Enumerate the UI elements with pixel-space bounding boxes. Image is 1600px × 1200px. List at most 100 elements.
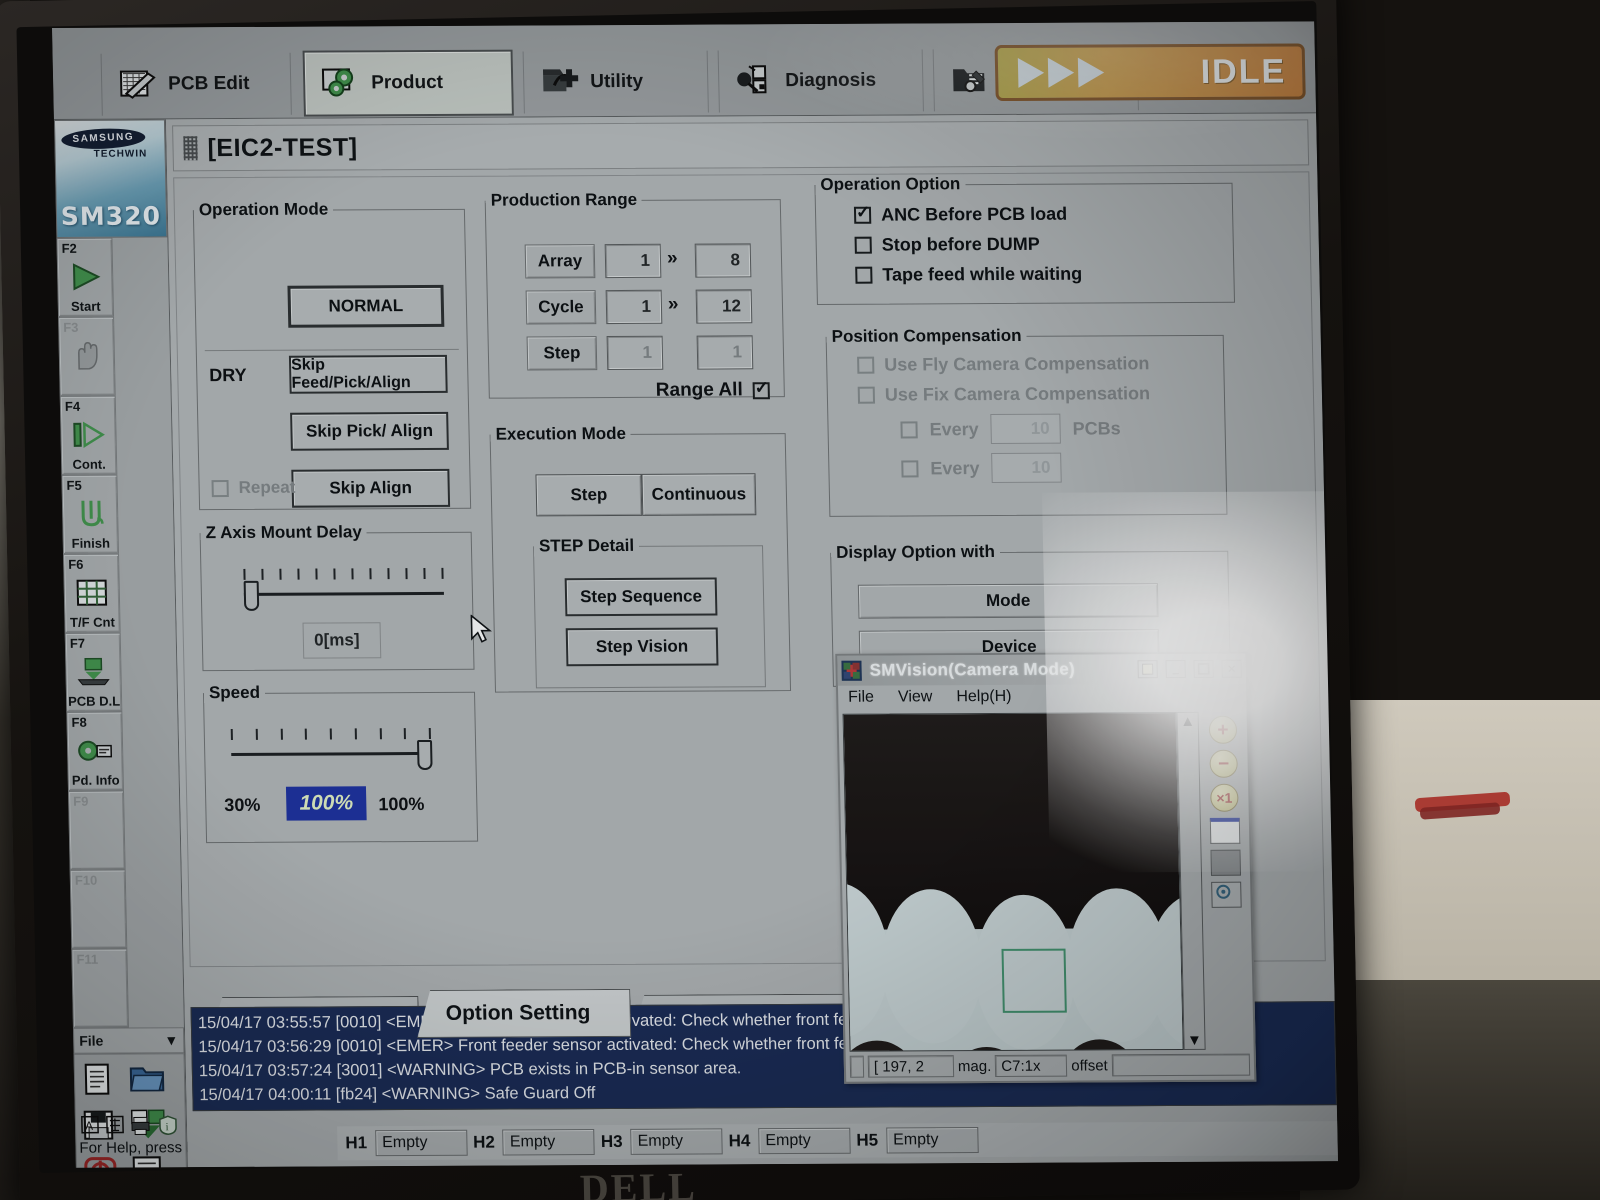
tape-feed-while-waiting-row[interactable]: Tape feed while waiting	[855, 263, 1233, 286]
tab-option-setting[interactable]: Option Setting	[416, 989, 631, 1038]
new-document-icon[interactable]	[81, 1063, 122, 1099]
range-all-row[interactable]: Range All	[656, 379, 770, 402]
toolbar-item-pcb-edit[interactable]: PCB Edit	[100, 52, 292, 116]
head-value-h3: Empty	[630, 1128, 723, 1155]
fkey-f2-start[interactable]: F2 Start	[56, 237, 115, 317]
zoom-1x-icon[interactable]: ×1	[1210, 783, 1239, 812]
display-mode-row[interactable]: Mode	[857, 583, 1159, 619]
every-pcbs-row-2[interactable]: Every 10	[901, 452, 1226, 484]
fkey-f6-tf-cnt[interactable]: F6 T/F Cnt	[63, 553, 121, 633]
zoom-in-icon[interactable]: +	[1208, 715, 1238, 744]
smvision-title-bar[interactable]: SMVision(Camera Mode) _ ✕	[837, 653, 1246, 686]
printer-icon[interactable]	[131, 1115, 152, 1139]
z-axis-slider[interactable]	[243, 567, 444, 623]
fkey-f4-cont[interactable]: F4 Cont.	[59, 395, 118, 475]
restore-icon[interactable]	[1137, 660, 1158, 679]
cycle-row-label: Cycle	[525, 290, 597, 325]
camera-settings-icon[interactable]	[1211, 881, 1242, 908]
fkey-f3-stop[interactable]: F3	[58, 316, 116, 396]
skip-feed-pick-align-button[interactable]: Skip Feed/Pick/Align	[288, 354, 448, 394]
scroll-up-icon[interactable]: ▲	[1180, 713, 1195, 730]
z-axis-thumb[interactable]	[243, 580, 260, 611]
use-fly-camera-compensation-checkbox[interactable]	[857, 356, 875, 374]
tape-feed-while-waiting-checkbox[interactable]	[855, 266, 873, 284]
close-icon[interactable]: ✕	[1221, 659, 1242, 678]
skip-feed-pick-align-label: Skip Feed/Pick/Align	[290, 356, 411, 392]
stop-before-dump-label: Stop before DUMP	[881, 233, 1040, 255]
smvision-menu-help[interactable]: Help(H)	[956, 688, 1012, 706]
stop-before-dump-checkbox[interactable]	[854, 236, 872, 254]
camera-image-view[interactable]	[842, 712, 1184, 1052]
maximize-icon[interactable]	[1193, 659, 1214, 678]
skip-pick-align-button[interactable]: Skip Pick/ Align	[290, 411, 449, 451]
smvision-menu-view[interactable]: View	[898, 688, 933, 706]
use-fix-camera-compensation-row[interactable]: Use Fix Camera Compensation	[857, 383, 1224, 406]
camera-selection-rectangle[interactable]	[1001, 948, 1067, 1014]
head-value-h1: Empty	[374, 1129, 468, 1157]
every-pcbs-value-1[interactable]: 10	[990, 413, 1061, 445]
smvision-menu-file[interactable]: File	[848, 689, 874, 707]
head-value-h5: Empty	[885, 1127, 979, 1154]
model-wordmark: SM320	[60, 201, 162, 231]
anc-before-pcb-load-row[interactable]: ANC Before PCB load	[853, 203, 1232, 226]
screen-area: PCB Edit Product Utility Diagnosis IDLE …	[52, 21, 1339, 1168]
fkey-f8-pd-info[interactable]: F8 Pd. Info	[66, 711, 124, 791]
fkey-f10[interactable]: F10	[69, 869, 128, 949]
speed-current-value[interactable]: 100%	[285, 786, 367, 821]
speed-thumb[interactable]	[416, 739, 433, 771]
step-sequence-button[interactable]: Step Sequence	[564, 577, 718, 617]
smvision-window[interactable]: SMVision(Camera Mode) _ ✕ File View Help…	[835, 651, 1257, 1084]
toolbar-item-utility[interactable]: Utility	[522, 50, 709, 114]
continuous-execution-button[interactable]: Continuous	[641, 473, 757, 516]
repeat-checkbox-row[interactable]: Repeat	[211, 478, 296, 498]
skip-align-button[interactable]: Skip Align	[291, 468, 451, 508]
chevron-down-icon[interactable]: ▼	[164, 1032, 178, 1048]
use-fix-camera-compensation-checkbox[interactable]	[857, 386, 876, 404]
language-a-icon[interactable]: A	[81, 1115, 100, 1140]
step-vision-button[interactable]: Step Vision	[565, 627, 719, 667]
fkey-f5-finish[interactable]: F5 Finish	[61, 474, 120, 554]
range-all-checkbox[interactable]	[752, 381, 770, 399]
fkey-f9[interactable]: F9	[67, 790, 126, 870]
fkey-f7-pcb-dl[interactable]: F7 PCB D.L	[64, 632, 123, 712]
camera-coordinates: [ 197, 2	[867, 1055, 955, 1078]
fkey-label-f6: F6	[68, 556, 84, 572]
step-execution-button[interactable]: Step	[535, 473, 643, 517]
every-pcbs-checkbox-2[interactable]	[901, 459, 919, 478]
language-cjk-icon[interactable]	[106, 1115, 125, 1140]
info-shield-icon[interactable]: i	[158, 1115, 179, 1139]
every-pcbs-checkbox-1[interactable]	[900, 420, 918, 439]
use-fly-camera-compensation-row[interactable]: Use Fly Camera Compensation	[857, 353, 1223, 376]
toolbar-item-diagnosis[interactable]: Diagnosis	[717, 49, 924, 113]
zoom-out-icon[interactable]: −	[1209, 749, 1238, 778]
stop-before-dump-row[interactable]: Stop before DUMP	[854, 233, 1233, 256]
blue-field-icon[interactable]	[1209, 817, 1241, 844]
hand-stop-icon	[59, 338, 114, 374]
z-axis-value-field[interactable]: 0[ms]	[302, 622, 382, 659]
every-pcbs-row-1[interactable]: Every 10 PCBs	[900, 413, 1225, 445]
normal-mode-button[interactable]: NORMAL	[287, 284, 445, 328]
open-folder-icon[interactable]	[129, 1062, 170, 1098]
anc-before-pcb-load-checkbox[interactable]	[853, 206, 872, 224]
gray-panel-icon[interactable]	[1210, 849, 1242, 876]
minimize-icon[interactable]: _	[1165, 659, 1186, 679]
normal-mode-label: NORMAL	[328, 296, 404, 316]
toolbar-label-diagnosis: Diagnosis	[785, 69, 877, 92]
file-panel-header[interactable]: File ▼	[72, 1027, 185, 1054]
scroll-down-icon[interactable]: ▼	[1187, 1032, 1202, 1049]
every-pcbs-value-2[interactable]: 10	[991, 452, 1062, 484]
fkey-f11[interactable]: F11	[71, 948, 129, 1028]
cycle-from-field[interactable]: 1	[605, 289, 663, 325]
status-badge-text: IDLE	[1200, 52, 1287, 91]
step-to-field[interactable]: 1	[696, 335, 754, 370]
array-from-field[interactable]: 1	[604, 243, 662, 279]
cycle-to-field[interactable]: 12	[695, 289, 753, 324]
toolbar-item-product[interactable]: Product	[302, 49, 514, 117]
repeat-checkbox[interactable]	[211, 479, 229, 497]
step-row-label: Step	[526, 336, 598, 371]
step-from-field[interactable]: 1	[606, 335, 664, 371]
speed-slider[interactable]	[230, 727, 433, 783]
operation-option-group: Operation Option ANC Before PCB load Sto…	[814, 172, 1236, 305]
fkey-caption-f5: Finish	[71, 535, 111, 551]
array-to-field[interactable]: 8	[694, 243, 752, 278]
